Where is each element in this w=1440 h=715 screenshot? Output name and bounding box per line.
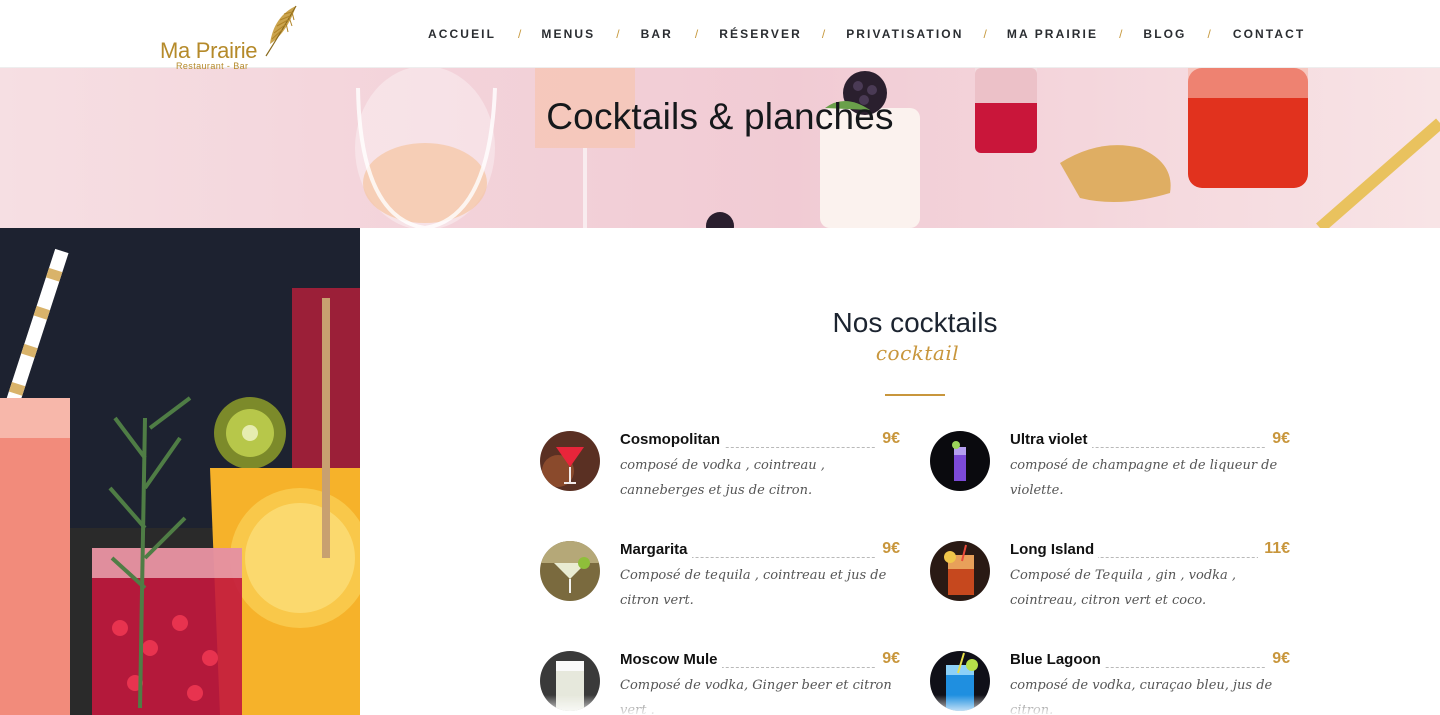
nav-item-reserver[interactable]: RÉSERVER [719, 27, 802, 41]
item-price: 11€ [1258, 540, 1290, 558]
nav-separator: / [983, 27, 987, 41]
long-island-cocktail-icon [930, 541, 990, 601]
item-name: Moscow Mule [620, 651, 722, 668]
site-logo[interactable]: Ma Prairie Restaurant - Bar [158, 4, 308, 71]
menu-item: Margarita 9€ Composé de tequila , cointr… [540, 540, 900, 621]
bottom-fade [360, 695, 1440, 715]
ultra-violet-cocktail-icon [930, 431, 990, 491]
menu-item: Cosmopolitan 9€ composé de vodka , coint… [540, 430, 900, 511]
nav-item-menus[interactable]: MENUS [541, 27, 595, 41]
feather-leaf-icon [265, 5, 297, 57]
nav-separator: / [616, 27, 620, 41]
logo-subtitle: Restaurant - Bar [176, 61, 249, 71]
item-price: 9€ [1266, 430, 1290, 448]
item-name: Margarita [620, 541, 692, 558]
section-divider [885, 394, 945, 396]
cocktails-side-photo [0, 228, 360, 715]
item-description: composé de vodka , cointreau , canneberg… [620, 458, 825, 498]
nav-separator: / [1207, 27, 1211, 41]
menu-item: Ultra violet 9€ composé de champagne et … [930, 430, 1290, 511]
item-description: Composé de tequila , cointreau et jus de… [620, 568, 887, 608]
nav-item-privatisation[interactable]: PRIVATISATION [846, 27, 963, 41]
item-description: Composé de Tequila , gin , vodka , coint… [1010, 568, 1237, 608]
cosmopolitan-cocktail-icon [540, 431, 600, 491]
page-title: Cocktails & planches [546, 96, 894, 137]
item-name: Ultra violet [1010, 431, 1092, 448]
nav-separator: / [1119, 27, 1123, 41]
main-nav: ACCUEIL / MENUS / BAR / RÉSERVER / PRIVA… [428, 26, 1305, 42]
section-script-subtitle: cocktail [875, 341, 960, 365]
nav-item-contact[interactable]: CONTACT [1233, 27, 1305, 41]
nav-separator: / [694, 27, 699, 41]
nav-item-bar[interactable]: BAR [641, 27, 673, 41]
item-price: 9€ [876, 430, 900, 448]
item-price: 9€ [876, 540, 900, 558]
item-name: Blue Lagoon [1010, 651, 1105, 668]
margarita-cocktail-icon [540, 541, 600, 601]
nav-item-blog[interactable]: BLOG [1143, 27, 1186, 41]
section-title: Nos cocktails [832, 307, 998, 338]
item-name: Long Island [1010, 541, 1099, 558]
item-name: Cosmopolitan [620, 431, 724, 448]
item-description: composé de champagne et de liqueur de vi… [1010, 458, 1278, 498]
site-header: Ma Prairie Restaurant - Bar ACCUEIL / ME… [0, 0, 1440, 71]
nav-separator: / [518, 27, 522, 41]
page-banner: Cocktails & planches [0, 68, 1440, 228]
item-price: 9€ [876, 650, 900, 668]
nav-item-ma-prairie[interactable]: MA PRAIRIE [1007, 27, 1098, 41]
item-price: 9€ [1266, 650, 1290, 668]
menu-item: Long Island 11€ Composé de Tequila , gin… [930, 540, 1290, 621]
nav-item-accueil[interactable]: ACCUEIL [428, 27, 496, 41]
banner-photo [355, 68, 1440, 228]
nav-separator: / [821, 27, 826, 41]
